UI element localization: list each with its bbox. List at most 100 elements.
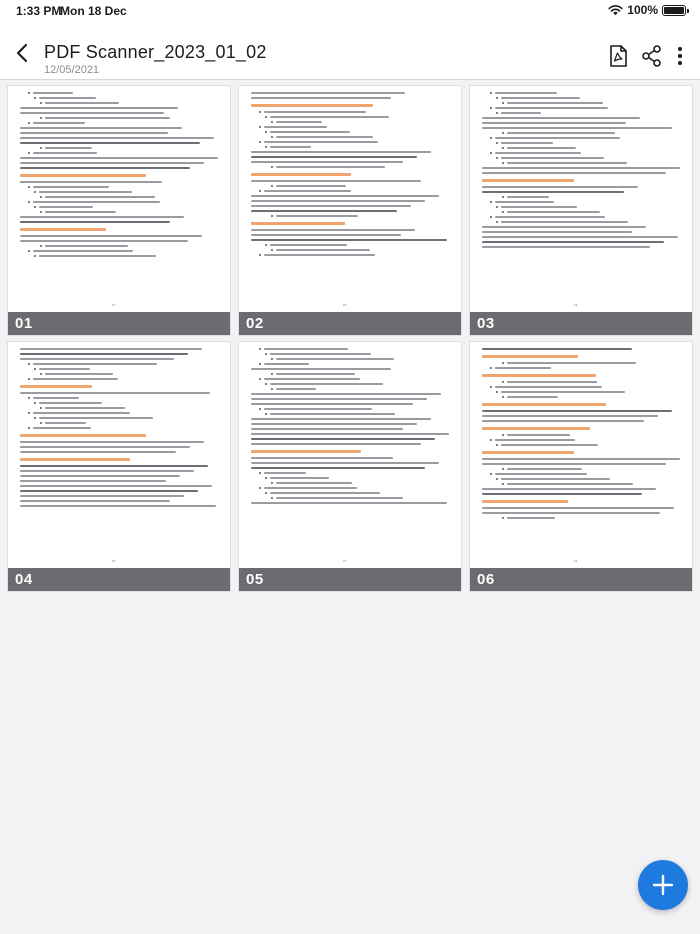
page-thumbnail[interactable]: 22 06 bbox=[470, 342, 692, 591]
text-line bbox=[482, 246, 650, 248]
bullet-text-line bbox=[264, 348, 348, 350]
text-line bbox=[482, 127, 672, 129]
text-line bbox=[482, 512, 660, 514]
bullet-text-line bbox=[495, 367, 551, 369]
page-number: 06 bbox=[477, 571, 495, 588]
text-line bbox=[251, 403, 413, 405]
bullet-line bbox=[251, 121, 451, 123]
page-footer-number: 22 bbox=[574, 559, 578, 563]
bullet-dot bbox=[259, 487, 261, 489]
section-heading-line bbox=[482, 403, 606, 406]
bullet-text-line bbox=[507, 211, 600, 213]
page-thumbnail[interactable]: 18 02 bbox=[239, 86, 461, 335]
bullet-text-line bbox=[501, 142, 553, 144]
bullet-dot bbox=[265, 116, 267, 118]
page-number: 01 bbox=[15, 315, 33, 332]
text-line bbox=[251, 239, 447, 241]
bullet-text-line bbox=[276, 166, 385, 168]
bullet-text-line bbox=[264, 363, 309, 365]
bullet-text-line bbox=[276, 373, 355, 375]
bullet-line bbox=[482, 196, 682, 198]
bullet-dot bbox=[490, 92, 492, 94]
text-line bbox=[20, 500, 170, 502]
share-button[interactable] bbox=[640, 44, 664, 68]
bullet-dot bbox=[502, 468, 504, 470]
bullet-line bbox=[251, 215, 451, 217]
pdf-export-button[interactable] bbox=[606, 44, 630, 68]
text-line bbox=[20, 157, 218, 159]
page-preview bbox=[239, 342, 461, 568]
bullet-dot bbox=[502, 434, 504, 436]
text-line bbox=[251, 418, 431, 420]
section-heading-line bbox=[251, 104, 373, 107]
bullet-dot bbox=[265, 146, 267, 148]
page-number: 02 bbox=[246, 315, 264, 332]
text-line bbox=[20, 475, 180, 477]
bullet-dot bbox=[259, 472, 261, 474]
text-line bbox=[20, 235, 202, 237]
bullet-text-line bbox=[501, 97, 580, 99]
text-line bbox=[20, 221, 170, 223]
bullet-dot bbox=[259, 190, 261, 192]
page-number: 05 bbox=[246, 571, 264, 588]
section-heading-line bbox=[482, 374, 596, 377]
bullet-text-line bbox=[495, 201, 554, 203]
bullet-text-line bbox=[264, 126, 327, 128]
bullet-dot bbox=[28, 363, 30, 365]
section-heading-line bbox=[251, 173, 351, 176]
bullet-line bbox=[251, 116, 451, 118]
bullet-text-line bbox=[276, 185, 346, 187]
bullet-text-line bbox=[45, 373, 113, 375]
bullet-text-line bbox=[33, 397, 79, 399]
text-line bbox=[251, 229, 415, 231]
bullet-line bbox=[20, 255, 220, 257]
text-line bbox=[482, 420, 644, 422]
bullet-dot bbox=[271, 136, 273, 138]
page-preview bbox=[8, 86, 230, 312]
bullet-dot bbox=[259, 408, 261, 410]
bullet-text-line bbox=[501, 221, 628, 223]
bullet-text-line bbox=[45, 211, 116, 213]
bullet-line bbox=[482, 444, 682, 446]
page-thumbnail[interactable]: 17 01 bbox=[8, 86, 230, 335]
bullet-text-line bbox=[507, 381, 597, 383]
bullet-line bbox=[20, 97, 220, 99]
text-line bbox=[251, 502, 447, 504]
bullet-line bbox=[251, 492, 451, 494]
text-line bbox=[482, 488, 656, 490]
page-thumbnail[interactable]: 19 03 bbox=[470, 86, 692, 335]
page-footer-number: 21 bbox=[343, 559, 347, 563]
page-preview bbox=[239, 86, 461, 312]
bullet-dot bbox=[502, 196, 504, 198]
section-heading-line bbox=[20, 228, 106, 231]
text-line bbox=[482, 348, 632, 350]
text-line bbox=[20, 470, 194, 472]
status-bar: 1:33 PM Mon 18 Dec 100% bbox=[0, 0, 700, 22]
bullet-text-line bbox=[264, 254, 375, 256]
bullet-text-line bbox=[501, 391, 625, 393]
bullet-line bbox=[20, 250, 220, 252]
bullet-dot bbox=[496, 391, 498, 393]
text-line bbox=[482, 493, 642, 495]
bullet-line bbox=[251, 254, 451, 256]
bullet-text-line bbox=[507, 396, 558, 398]
bullet-dot bbox=[502, 102, 504, 104]
back-button[interactable] bbox=[12, 42, 34, 64]
bullet-dot bbox=[490, 107, 492, 109]
page-footer-number: 18 bbox=[343, 303, 347, 307]
bullet-text-line bbox=[45, 147, 92, 149]
page-thumbnail[interactable]: 20 04 bbox=[8, 342, 230, 591]
text-line bbox=[251, 433, 449, 435]
bullet-dot bbox=[496, 142, 498, 144]
bullet-text-line bbox=[264, 111, 366, 113]
bullet-line bbox=[20, 412, 220, 414]
bullet-text-line bbox=[39, 97, 96, 99]
text-line bbox=[20, 353, 188, 355]
add-page-button[interactable] bbox=[638, 860, 688, 910]
bullet-line bbox=[20, 402, 220, 404]
bullet-dot bbox=[265, 244, 267, 246]
bullet-line bbox=[482, 97, 682, 99]
more-options-button[interactable] bbox=[668, 44, 692, 68]
page-thumbnail[interactable]: 21 05 bbox=[239, 342, 461, 591]
bullet-dot bbox=[265, 413, 267, 415]
